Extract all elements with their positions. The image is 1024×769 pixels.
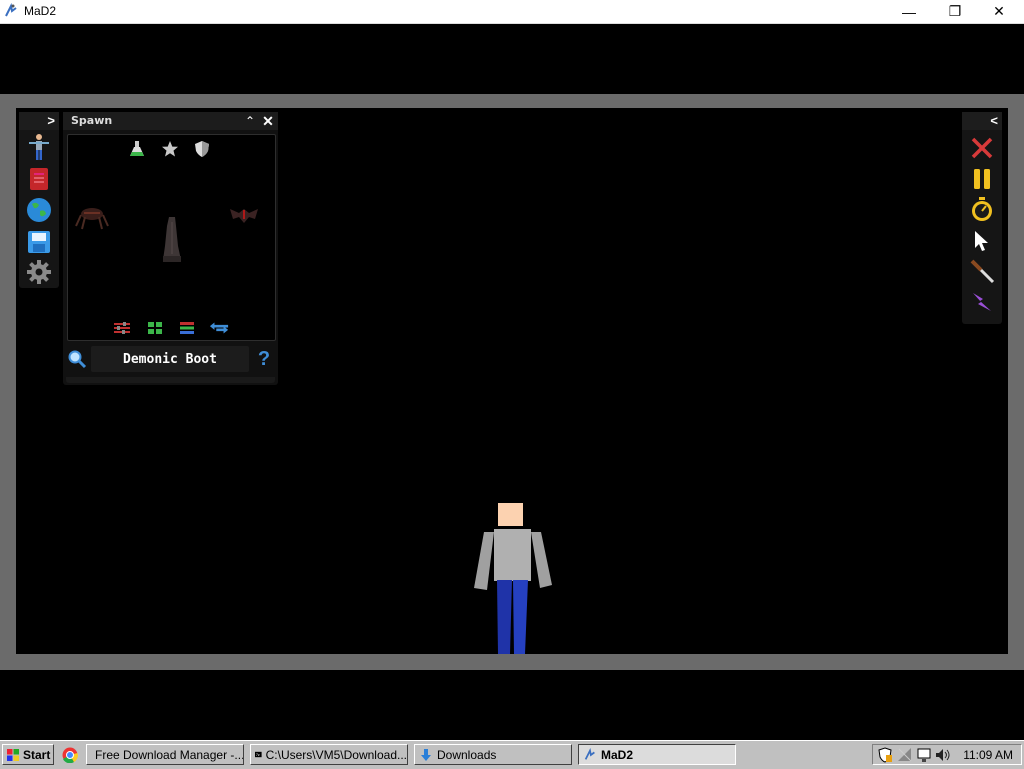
window-title: MaD2	[24, 4, 57, 18]
book-icon[interactable]	[25, 165, 53, 193]
right-toolbar: <	[962, 112, 1002, 324]
spawn-item-demonic-bat[interactable]	[228, 201, 260, 229]
minimize-button[interactable]: —	[886, 0, 932, 23]
star-icon[interactable]	[160, 139, 180, 159]
task-label: MaD2	[601, 747, 634, 762]
chevron-right-icon[interactable]: >	[47, 113, 55, 128]
sliders-icon[interactable]	[112, 320, 132, 336]
grid-icon[interactable]	[145, 320, 165, 336]
display-icon[interactable]	[917, 747, 933, 763]
search-icon[interactable]	[67, 349, 87, 369]
spawn-panel-title: Spawn	[71, 114, 113, 127]
left-toolbar-header: >	[19, 112, 59, 130]
task-7zip-folder[interactable]: 7z C:\Users\VM5\Download...	[250, 744, 408, 765]
human-ragdoll[interactable]	[470, 500, 555, 654]
task-free-download-manager[interactable]: Free Download Manager -...	[86, 744, 244, 765]
task-downloads[interactable]: Downloads	[414, 744, 572, 765]
svg-text:7z: 7z	[256, 753, 260, 757]
chevron-left-icon[interactable]: <	[990, 113, 998, 128]
knife-icon[interactable]	[967, 257, 997, 285]
spawn-search-row: Demonic Boot ?	[67, 344, 274, 374]
human-right-leg	[513, 580, 528, 654]
close-button[interactable]: ✕	[976, 0, 1022, 23]
globe-icon[interactable]	[25, 196, 53, 224]
right-toolbar-header: <	[962, 112, 1002, 130]
start-label: Start	[23, 747, 51, 762]
system-tray: 11:09 AM	[872, 744, 1022, 765]
list-icon[interactable]	[177, 320, 197, 336]
shield-icon[interactable]	[192, 139, 212, 159]
taskbar: Start Free Download Manager -... 7z C:\U…	[0, 740, 1024, 769]
7zip-icon: 7z	[255, 751, 262, 758]
download-arrow-icon	[421, 748, 431, 761]
floppy-disk-icon[interactable]	[25, 228, 53, 256]
letterbox-bottom	[0, 670, 1024, 740]
lightning-icon[interactable]	[967, 288, 997, 316]
human-icon[interactable]	[25, 133, 53, 161]
swap-arrows-icon[interactable]	[209, 320, 229, 336]
app-icon	[584, 747, 595, 760]
delete-icon[interactable]	[967, 134, 997, 162]
task-mad2[interactable]: MaD2	[578, 744, 736, 765]
human-right-arm	[531, 532, 552, 588]
window-titlebar: MaD2 — ❐ ✕	[0, 0, 1024, 24]
network-icon[interactable]	[897, 747, 913, 763]
task-label: Free Download Manager -...	[95, 747, 244, 762]
human-head	[498, 503, 523, 526]
human-left-arm	[474, 532, 494, 590]
letterbox-top	[0, 24, 1024, 94]
windows-logo-icon	[7, 748, 19, 761]
close-panel-icon[interactable]: ✕	[260, 112, 276, 130]
clock[interactable]: 11:09 AM	[963, 748, 1013, 762]
gear-icon[interactable]	[25, 258, 53, 286]
volume-icon[interactable]	[935, 747, 951, 763]
spawn-panel: Spawn ⌃ ✕ Demonic Boot ?	[63, 112, 278, 385]
spawn-item-grid	[67, 134, 276, 341]
spawn-panel-footer	[66, 377, 275, 383]
spawn-item-demonic-spider[interactable]	[74, 199, 110, 235]
help-icon[interactable]: ?	[254, 347, 274, 371]
pause-icon[interactable]	[967, 165, 997, 193]
app-icon	[5, 3, 17, 17]
restore-button[interactable]: ❐	[932, 0, 978, 23]
spawn-item-demonic-boot[interactable]	[158, 215, 186, 265]
human-torso	[494, 529, 531, 581]
collapse-icon[interactable]: ⌃	[242, 112, 258, 130]
human-left-leg	[497, 580, 512, 654]
chrome-quicklaunch-icon[interactable]	[62, 747, 78, 763]
security-shield-icon[interactable]	[877, 747, 893, 763]
selected-item-name: Demonic Boot	[91, 346, 249, 372]
start-button[interactable]: Start	[2, 744, 54, 765]
potion-icon[interactable]	[127, 139, 147, 159]
cursor-icon[interactable]	[967, 227, 997, 255]
task-label: C:\Users\VM5\Download...	[265, 747, 407, 762]
spawn-panel-header[interactable]: Spawn ⌃ ✕	[63, 112, 278, 130]
task-label: Downloads	[437, 747, 497, 762]
stopwatch-icon[interactable]	[967, 196, 997, 224]
left-toolbar: >	[19, 112, 59, 288]
